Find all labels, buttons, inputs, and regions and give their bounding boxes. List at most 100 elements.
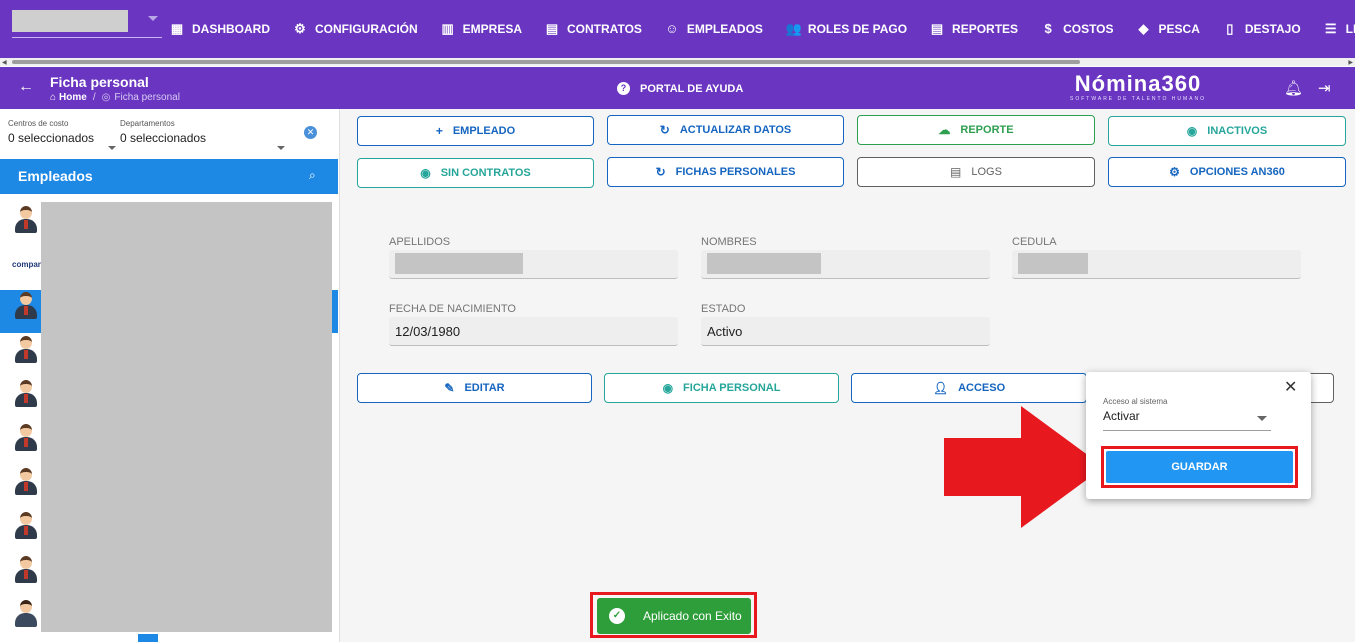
pagination-current[interactable] xyxy=(138,634,158,642)
scrollbar-thumb[interactable] xyxy=(12,60,1080,64)
page-header: ← Ficha personal ⌂ Home / ◎ Ficha person… xyxy=(0,67,1355,109)
cedula-label: CEDULA xyxy=(1012,236,1057,248)
employee-avatar[interactable] xyxy=(12,466,40,498)
employee-avatar[interactable] xyxy=(12,334,40,366)
logs-button[interactable]: ▤ LOGS xyxy=(857,157,1095,187)
employee-avatar[interactable] xyxy=(12,204,40,236)
selected-row-marker xyxy=(332,290,338,333)
inactive-button[interactable]: ◉ INACTIVOS xyxy=(1108,116,1346,146)
report-button[interactable]: ☁ REPORTE xyxy=(857,115,1095,145)
chevron-down-icon xyxy=(277,146,285,150)
options-button[interactable]: ⚙ OPCIONES AN360 xyxy=(1108,157,1346,187)
employee-avatar[interactable] xyxy=(12,290,40,322)
toast-message: Aplicado con Exito xyxy=(643,609,742,623)
save-button[interactable]: GUARDAR xyxy=(1106,451,1293,483)
avatar-head xyxy=(20,556,32,569)
home-icon: ⌂ xyxy=(50,92,57,103)
employee-names-redacted xyxy=(41,202,332,632)
personal-file-label: FICHA PERSONAL xyxy=(683,382,781,394)
personal-files-button[interactable]: ↻ FICHAS PERSONALES xyxy=(607,157,844,187)
status-input[interactable]: Activo xyxy=(701,317,990,346)
company-name-redacted xyxy=(12,10,128,32)
plus-icon: + xyxy=(435,124,443,138)
list-icon: ▤ xyxy=(950,165,962,179)
avatar-tie xyxy=(24,438,28,447)
no-contracts-button[interactable]: ◉ SIN CONTRATOS xyxy=(357,158,594,188)
horizontal-scrollbar[interactable]: ◀ ▶ xyxy=(0,58,1355,66)
red-arrow-annotation xyxy=(944,406,1104,528)
nav-item-dashboard[interactable]: ▦ DASHBOARD xyxy=(170,22,270,37)
personal-file-button[interactable]: ◉ FICHA PERSONAL xyxy=(604,373,839,403)
success-toast: ✓ Aplicado con Exito xyxy=(597,598,751,634)
update-data-button[interactable]: ↻ ACTUALIZAR DATOS xyxy=(607,115,844,145)
cost-centers-value: 0 seleccionados xyxy=(8,131,95,145)
avatar-head xyxy=(20,512,32,525)
nav-item-label: CONFIGURACIÓN xyxy=(315,22,418,36)
cost-centers-filter[interactable]: Centros de costo 0 seleccionados xyxy=(8,119,118,150)
nav-item-empleados[interactable]: ☺ EMPLEADOS xyxy=(665,22,763,37)
employee-avatar[interactable] xyxy=(12,598,40,630)
avatar-body xyxy=(15,613,37,627)
building-icon: ▥ xyxy=(441,21,454,36)
nav-item-liquidacion[interactable]: ☰ LIQUIDACION xyxy=(1324,22,1355,37)
add-employee-button[interactable]: + EMPLEADO xyxy=(357,116,594,146)
scroll-left-icon[interactable]: ◀ xyxy=(2,59,7,66)
system-access-label: Acceso al sistema xyxy=(1103,397,1168,406)
nav-item-empresa[interactable]: ▥ EMPRESA xyxy=(441,21,523,37)
employee-avatar[interactable] xyxy=(12,554,40,586)
edit-label: EDITAR xyxy=(464,382,505,394)
apellidos-redacted xyxy=(395,253,523,274)
document-icon: ▯ xyxy=(1226,21,1234,36)
help-portal-link[interactable]: ? PORTAL DE AYUDA xyxy=(617,82,743,95)
nav-item-reportes[interactable]: ▤ REPORTES xyxy=(930,22,1018,37)
birthdate-input[interactable]: 12/03/1980 xyxy=(389,317,678,346)
clear-filters-icon[interactable]: ✕ xyxy=(304,126,317,139)
group-icon: 👥 xyxy=(785,21,803,36)
apellidos-input[interactable] xyxy=(389,250,678,279)
chevron-down-icon xyxy=(148,16,158,21)
nombres-input[interactable] xyxy=(701,250,990,279)
help-portal-label: PORTAL DE AYUDA xyxy=(640,82,744,95)
avatar-head xyxy=(20,468,32,481)
nav-item-costos[interactable]: $ COSTOS xyxy=(1041,22,1113,37)
company-logo-avatar[interactable]: company xyxy=(12,254,47,276)
eye-icon: ◉ xyxy=(1186,124,1198,138)
nav-item-label: DASHBOARD xyxy=(192,22,270,36)
nav-item-label: DESTAJO xyxy=(1244,22,1301,36)
departments-filter[interactable]: Departamentos 0 seleccionados xyxy=(120,119,290,164)
cedula-input[interactable] xyxy=(1012,250,1301,279)
access-button[interactable]: 👤︎ ACCESO xyxy=(851,373,1087,403)
search-icon[interactable]: ⌕ xyxy=(309,168,316,183)
breadcrumb-separator: / xyxy=(92,92,96,103)
nav-item-roles-de-pago[interactable]: 👥 ROLES DE PAGO xyxy=(785,21,907,37)
nav-item-contratos[interactable]: ▤ CONTRATOS xyxy=(545,21,642,37)
nav-item-label: EMPRESA xyxy=(462,22,523,36)
bell-icon[interactable]: 🔔︎ xyxy=(1284,79,1303,97)
system-access-select[interactable]: Activar xyxy=(1103,409,1271,431)
employee-avatar[interactable] xyxy=(12,510,40,542)
edit-button[interactable]: ✎ EDITAR xyxy=(357,373,592,403)
employee-avatar[interactable] xyxy=(12,422,40,454)
nav-item-configuraci-n[interactable]: ⚙ CONFIGURACIÓN xyxy=(293,22,418,37)
nombres-redacted xyxy=(707,253,821,274)
logout-icon[interactable]: ⇥ xyxy=(1318,79,1331,97)
employee-avatar[interactable] xyxy=(12,378,40,410)
departments-value: 0 seleccionados xyxy=(120,131,207,145)
nav-item-pesca[interactable]: ◆ PESCA xyxy=(1137,22,1200,37)
top-navigation: ▦ DASHBOARD ⚙ CONFIGURACIÓN ▥ EMPRESA ▤ CONTRAT… xyxy=(0,0,1355,58)
nav-item-destajo[interactable]: ▯ DESTAJO xyxy=(1223,21,1301,37)
logo-text: Nómina360 xyxy=(1074,71,1202,96)
avatar-tie xyxy=(24,220,28,229)
breadcrumb: ⌂ Home / ◎ Ficha personal xyxy=(50,92,180,103)
report-label: REPORTE xyxy=(960,124,1014,136)
avatar-head xyxy=(20,600,32,613)
back-arrow-icon[interactable]: ← xyxy=(18,79,34,95)
company-select[interactable] xyxy=(12,10,162,38)
clipboard-icon: ▤ xyxy=(545,21,559,36)
avatar-head xyxy=(20,292,32,305)
nombres-label: NOMBRES xyxy=(701,236,757,248)
breadcrumb-home[interactable]: Home xyxy=(59,92,87,103)
close-icon[interactable]: ✕ xyxy=(1284,377,1297,397)
edit-icon: ✎ xyxy=(444,381,455,395)
scroll-right-icon[interactable]: ▶ xyxy=(1348,59,1353,66)
